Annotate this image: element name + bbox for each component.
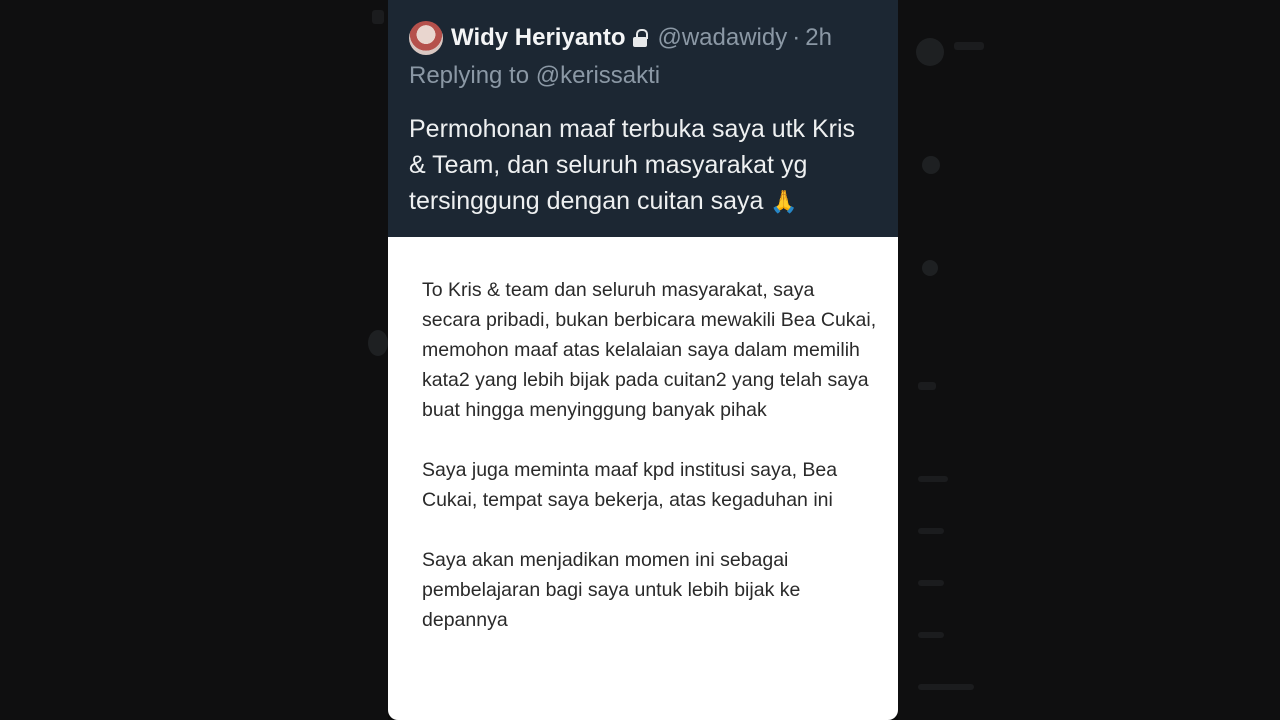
background-right-blurred <box>898 0 1280 720</box>
author-handle[interactable]: @wadawidy <box>657 24 787 52</box>
replying-prefix: Replying to <box>409 62 536 89</box>
background-left-blurred <box>0 0 388 720</box>
avatar[interactable] <box>409 21 443 55</box>
blurred-text <box>372 10 384 24</box>
blurred-text <box>918 684 974 690</box>
letter-paragraph: To Kris & team dan seluruh masyarakat, s… <box>422 279 877 421</box>
blurred-text <box>954 42 984 50</box>
blurred-text <box>918 580 944 586</box>
lock-icon <box>633 29 649 47</box>
blurred-text <box>918 528 944 534</box>
apology-letter-image: To Kris & team dan seluruh masyarakat, s… <box>388 237 898 720</box>
blurred-avatar <box>916 38 944 66</box>
blurred-icon <box>922 156 940 174</box>
separator: · <box>792 24 801 51</box>
letter-paragraph: Saya juga meminta maaf kpd institusi say… <box>422 459 838 511</box>
blurred-text <box>918 382 936 390</box>
tweet-screenshot-card: Widy Heriyanto @wadawidy · 2h Replying t… <box>388 0 898 720</box>
blurred-text <box>918 632 944 638</box>
timestamp[interactable]: 2h <box>805 24 832 52</box>
blurred-icon <box>922 260 938 276</box>
tweet-header: Widy Heriyanto @wadawidy · 2h <box>409 20 878 56</box>
folded-hands-emoji: 🙏 <box>770 189 798 214</box>
replying-to-line: Replying to @kerissakti <box>409 62 878 90</box>
letter-paragraph: Saya akan menjadikan momen ini sebagai p… <box>422 549 801 631</box>
replying-to-mention[interactable]: @kerissakti <box>536 62 660 89</box>
author-name[interactable]: Widy Heriyanto <box>451 24 625 52</box>
tweet-text: Permohonan maaf terbuka saya utk Kris & … <box>409 111 878 220</box>
blurred-avatar <box>368 330 388 356</box>
blurred-text <box>918 476 948 482</box>
tweet: Widy Heriyanto @wadawidy · 2h Replying t… <box>388 0 898 237</box>
